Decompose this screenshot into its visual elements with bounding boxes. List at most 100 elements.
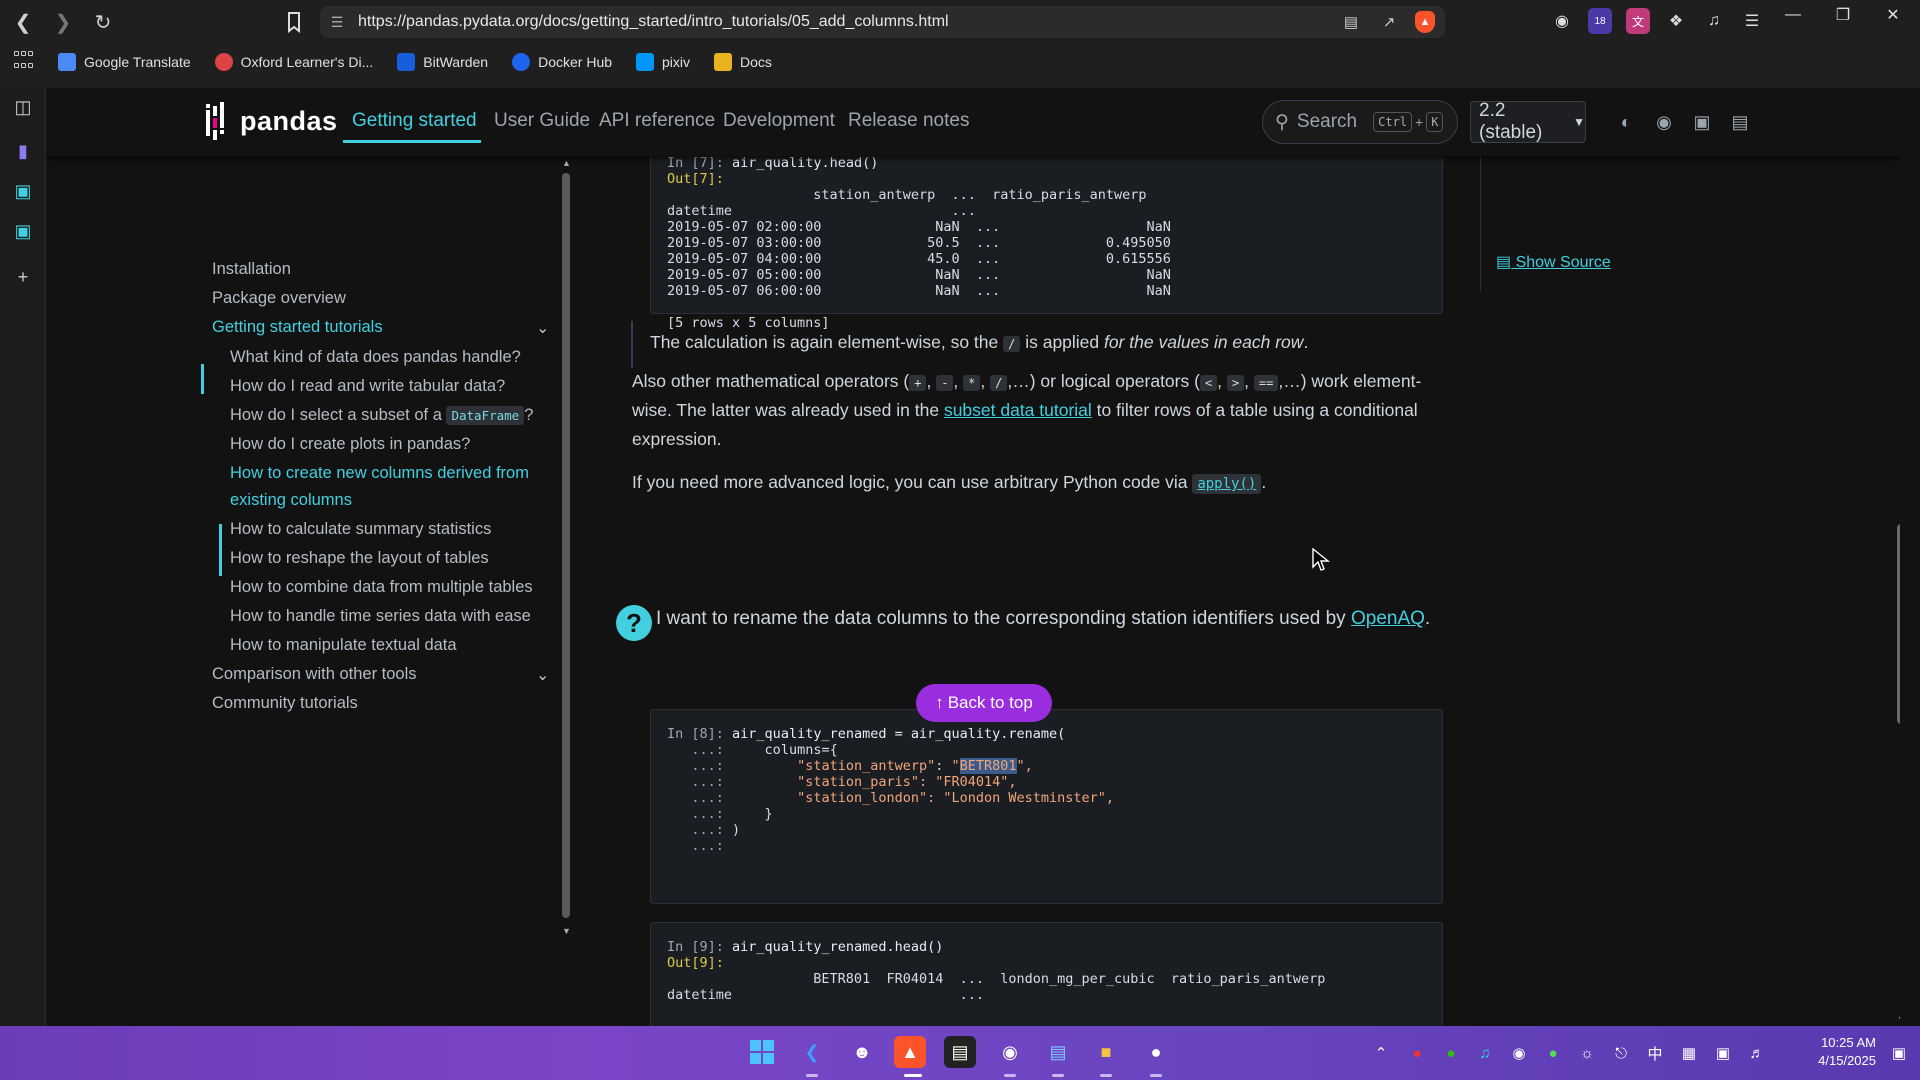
notification-icon[interactable]: ▣ <box>1888 1042 1910 1064</box>
site-settings-icon[interactable]: ☰ <box>320 6 354 38</box>
sidebar-scrollbar[interactable]: ▲ ▼ <box>560 158 572 938</box>
bookmark-bitwarden[interactable]: BitWarden <box>397 53 488 71</box>
sidebar-item-create-plots[interactable]: How do I create plots in pandas? <box>230 435 470 454</box>
theme-toggle-icon[interactable]: ◐ <box>1614 110 1638 134</box>
sidebar-item-comparison[interactable]: Comparison with other tools <box>212 665 417 684</box>
bilibili-icon[interactable]: ▣ <box>10 178 36 204</box>
steam-icon[interactable]: ◉ <box>1508 1042 1530 1064</box>
sidebar-item-getting-started-tutorials[interactable]: Getting started tutorials <box>212 318 383 337</box>
bilibili-icon-2[interactable]: ▣ <box>10 218 36 244</box>
nav-getting-started[interactable]: Getting started <box>352 110 477 132</box>
apps-grid-icon[interactable] <box>14 51 36 73</box>
tray-music-icon[interactable]: ♫ <box>1474 1042 1496 1064</box>
extension-glasses-icon[interactable]: ◉ <box>1550 8 1574 34</box>
brightness-icon[interactable]: ☼ <box>1576 1042 1598 1064</box>
twitter-icon[interactable]: ▣ <box>1690 110 1714 134</box>
sidebar-item-textual-data[interactable]: How to manipulate textual data <box>230 636 457 655</box>
start-icon[interactable] <box>746 1036 778 1068</box>
close-window-icon[interactable]: ✕ <box>1868 0 1918 30</box>
tray-green-icon[interactable]: ● <box>1542 1042 1564 1064</box>
reader-mode-icon[interactable]: ▤ <box>1339 10 1363 34</box>
bookmark-oxford[interactable]: Oxford Learner's Di... <box>214 53 373 71</box>
wechat-icon[interactable]: ● <box>1440 1042 1462 1064</box>
bookmark-docs[interactable]: Docs <box>714 53 772 71</box>
address-bar[interactable]: ☰ https://pandas.pydata.org/docs/getting… <box>320 6 1445 38</box>
pandas-tab-icon[interactable]: ▮ <box>10 138 36 164</box>
sidebar-item-create-new-columns[interactable]: How to create new columns derived from <box>230 464 529 483</box>
bookmark-google-translate[interactable]: Google Translate <box>58 53 191 71</box>
vscode-icon[interactable]: ❮ <box>796 1036 828 1068</box>
network-icon[interactable]: ▣ <box>1712 1042 1734 1064</box>
terminal-icon[interactable]: ▤ <box>944 1036 976 1068</box>
chevron-down-icon[interactable]: ⌄ <box>536 318 549 338</box>
github-icon[interactable]: ◉ <box>1652 110 1676 134</box>
url-text[interactable]: https://pandas.pydata.org/docs/getting_s… <box>358 13 949 31</box>
nav-development[interactable]: Development <box>723 110 835 132</box>
bookmark-docker-hub[interactable]: Docker Hub <box>512 53 612 71</box>
sidebar-item-what-kind-of-data[interactable]: What kind of data does pandas handle? <box>230 348 521 367</box>
sidebar-item-combine-tables[interactable]: How to combine data from multiple tables <box>230 578 533 597</box>
clock[interactable]: 10:25 AM 4/15/2025 <box>1800 1034 1876 1070</box>
sidebar-item-reshape-tables[interactable]: How to reshape the layout of tables <box>230 549 489 568</box>
sidebar-toggle-icon[interactable]: ◫ <box>10 94 36 120</box>
share-icon[interactable]: ↗ <box>1377 10 1401 34</box>
back-icon[interactable]: ❮ <box>6 5 40 39</box>
ime-mode-icon[interactable]: ▦ <box>1678 1042 1700 1064</box>
notepad-icon[interactable]: ▤ <box>1042 1036 1074 1068</box>
media-music-icon[interactable]: ♫ <box>1702 8 1726 34</box>
bookmark-icon[interactable] <box>280 9 308 35</box>
running-indicator <box>1052 1074 1064 1077</box>
apply-link[interactable]: apply() <box>1192 474 1262 494</box>
inline-code: + <box>909 375 927 391</box>
sidebar-item-time-series[interactable]: How to handle time series data with ease <box>230 607 531 626</box>
extensions-puzzle-icon[interactable]: ❖ <box>1664 8 1688 34</box>
tray-app-icon[interactable]: ● <box>1406 1042 1428 1064</box>
file-explorer-icon[interactable]: ■ <box>1090 1036 1122 1068</box>
show-source-link[interactable]: ▤ Show Source <box>1496 252 1611 272</box>
extension-badge-icon[interactable]: 18 <box>1588 8 1612 34</box>
menu-icon[interactable]: ☰ <box>1740 8 1764 34</box>
volume-icon[interactable]: ♬ <box>1746 1042 1768 1064</box>
search-button[interactable]: ⚲ Search Ctrl + K <box>1262 100 1458 144</box>
version-switcher[interactable]: 2.2 (stable) ▼ <box>1470 100 1586 143</box>
sidebar-item-package-overview[interactable]: Package overview <box>212 289 346 308</box>
forward-icon[interactable]: ❯ <box>46 5 80 39</box>
sidebar-scroll-thumb[interactable] <box>562 173 570 918</box>
brave-shields-icon[interactable]: ▲ <box>1415 11 1435 33</box>
chevron-down-icon[interactable]: ⌄ <box>536 665 549 685</box>
back-to-top-button[interactable]: ↑ Back to top <box>916 684 1052 722</box>
extension-translate-icon[interactable]: 文 <box>1626 8 1650 34</box>
pandas-logo[interactable]: pandas <box>206 102 338 140</box>
subset-data-tutorial-link[interactable]: subset data tutorial <box>944 400 1092 420</box>
scroll-up-icon[interactable]: ▲ <box>562 158 571 168</box>
mastodon-icon[interactable]: ▤ <box>1728 110 1752 134</box>
openaq-link[interactable]: OpenAQ <box>1351 608 1425 629</box>
restore-icon[interactable]: ❐ <box>1818 0 1868 30</box>
sidebar-item-installation[interactable]: Installation <box>212 260 291 279</box>
running-indicator <box>806 1074 818 1077</box>
nav-user-guide[interactable]: User Guide <box>494 110 590 132</box>
sidebar-item-select-subset[interactable]: How do I select a subset of a DataFrame? <box>230 406 533 425</box>
bookmark-pixiv[interactable]: pixiv <box>636 53 690 71</box>
brave-browser-icon[interactable]: ▲ <box>894 1036 926 1068</box>
tray-overflow-icon[interactable]: ⌃ <box>1370 1042 1392 1064</box>
nav-release-notes[interactable]: Release notes <box>848 110 969 132</box>
sidebar-item-read-write[interactable]: How do I read and write tabular data? <box>230 377 505 396</box>
sidebar-item-summary-statistics[interactable]: How to calculate summary statistics <box>230 520 491 539</box>
sidebar-item-community-tutorials[interactable]: Community tutorials <box>212 694 358 713</box>
reload-icon[interactable]: ↻ <box>86 5 120 39</box>
app-face-icon[interactable]: ☻ <box>846 1036 878 1068</box>
scroll-down-icon[interactable]: ▼ <box>562 926 571 936</box>
sidebar-item-create-new-columns-line2[interactable]: existing columns <box>230 491 352 510</box>
qq-icon[interactable]: ● <box>1140 1036 1172 1068</box>
microphone-icon[interactable]: ⎋ <box>1610 1042 1632 1064</box>
scroll-down-icon[interactable]: ▼ <box>1897 1014 1900 1024</box>
minimize-icon[interactable]: — <box>1768 0 1818 30</box>
obs-icon[interactable]: ◉ <box>994 1036 1026 1068</box>
page-scrollbar[interactable]: ▲ ▼ <box>1894 88 1900 1026</box>
nav-api-reference[interactable]: API reference <box>599 110 715 132</box>
docker-icon <box>512 53 531 71</box>
add-panel-icon[interactable]: + <box>10 264 36 290</box>
page-scroll-thumb[interactable] <box>1897 524 1900 724</box>
ime-indicator[interactable]: 中 <box>1644 1042 1666 1064</box>
